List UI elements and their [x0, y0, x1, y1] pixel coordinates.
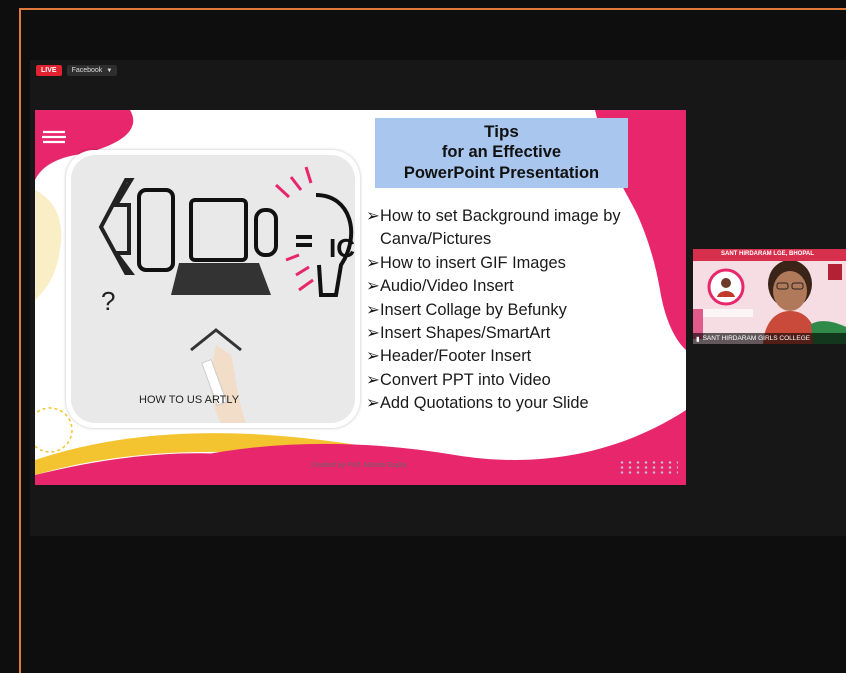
- illustration-photo: IC ? HOW TO US ARTLY: [66, 150, 360, 428]
- bullet-arrow-icon: ➢: [366, 324, 380, 343]
- bullet-arrow-icon: ➢: [366, 394, 380, 413]
- list-item: ➢ Header/Footer Insert: [366, 345, 621, 368]
- tips-list: ➢ How to set Background image by Canva/Pi…: [366, 205, 621, 416]
- bullet-arrow-icon: ➢: [366, 277, 380, 296]
- list-item: ➢ How to set Background image by: [366, 205, 621, 228]
- list-item: ➢ Audio/Video Insert: [366, 275, 621, 298]
- participant-banner: SANT HIRDARAM LGE, BHOPAL: [693, 249, 846, 261]
- list-item: ➢ Insert Collage by Befunky: [366, 299, 621, 322]
- list-item: ➢ Add Quotations to your Slide: [366, 392, 621, 415]
- svg-text:?: ?: [101, 286, 115, 316]
- bullet-arrow-icon: ➢: [366, 347, 380, 366]
- participant-banner-text: SANT HIRDARAM LGE, BHOPAL: [721, 251, 814, 257]
- chevron-down-icon: ▼: [106, 67, 113, 74]
- bullet-arrow-icon: ➢: [366, 207, 380, 225]
- bullet-arrow-icon: ➢: [366, 300, 380, 319]
- slide-title: Tips: [484, 122, 519, 141]
- svg-text:IC: IC: [329, 233, 355, 263]
- list-item: ➢ Insert Shapes/SmartArt: [366, 322, 621, 345]
- slide-credit: Created by Prof. Mamta Gupta: [311, 462, 407, 469]
- list-item: ➢ How to insert GIF Images: [366, 252, 621, 275]
- list-item: ➢ Convert PPT into Video: [366, 369, 621, 392]
- list-item: Canva/Pictures: [380, 230, 492, 249]
- platform-label: Facebook: [71, 67, 103, 74]
- platform-dropdown[interactable]: Facebook ▼: [66, 65, 118, 76]
- slide-subtitle-line2: PowerPoint Presentation: [403, 164, 600, 182]
- participant-name-label: ▮ SANT HIRDARAM GIRLS COLLEGE: [693, 333, 846, 344]
- dot-pattern: [618, 460, 678, 474]
- participant-avatar: [693, 260, 846, 344]
- participant-video-tile[interactable]: SANT HIRDARAM LGE, BHOPAL ▮ SANT HIRDARA…: [693, 249, 846, 344]
- device-sketch-icon: IC ? HOW TO US ARTLY: [98, 166, 355, 423]
- live-badge: LIVE: [36, 65, 62, 76]
- signal-bars-icon: ▮: [696, 335, 700, 343]
- stream-toolbar: LIVE Facebook ▼: [36, 65, 118, 76]
- college-logo-icon: [40, 123, 68, 151]
- slide-subtitle-line1: for an Effective: [441, 143, 562, 161]
- shared-slide: IC ? HOW TO US ARTLY Tips for an Effecti…: [35, 110, 686, 485]
- illustration-caption: HOW TO US ARTLY: [139, 394, 240, 406]
- bullet-arrow-icon: ➢: [366, 253, 380, 272]
- bullet-arrow-icon: ➢: [366, 370, 380, 389]
- slide-title-box: Tips for an Effective PowerPoint Present…: [375, 118, 628, 188]
